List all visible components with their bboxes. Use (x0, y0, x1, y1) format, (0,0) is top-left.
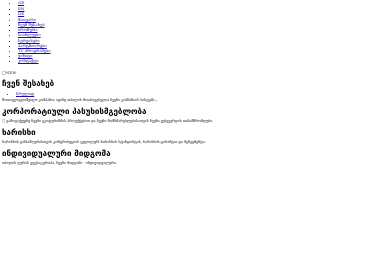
individual-text: თბილის ტურის ეფესაკუროპა, ჩვენი მიდგომა … (2, 161, 117, 166)
menu-item: კონტაქტი (18, 58, 380, 63)
about-title: ჩვენ შესახებ (2, 78, 55, 88)
about-more-link[interactable]: სრულად (16, 91, 34, 96)
about-text: შოთაუგოგლიშვილი კომპანია იყონე თბილის მო… (2, 97, 158, 102)
quality-title: ხარისხი (2, 128, 36, 138)
language-en-link[interactable]: EN (18, 6, 24, 11)
language-list: GE EN DE (2, 0, 380, 17)
corporate-text: გამოვაქვეყნე ჩვენი ეკოტურიზმის პროექტები… (6, 118, 214, 123)
language-ge-link[interactable]: GE (18, 0, 24, 5)
corporate-image: □ გამოვაქვეყნე ჩვენი ეკოტურიზმის პროექტე… (2, 119, 374, 124)
logo-image: □NEW (2, 70, 380, 76)
page: GE EN DE მთავარი ჩვენ შესახებ ბროშურა სი… (0, 0, 380, 260)
logo-alt-text: NEW (5, 69, 17, 75)
main-menu: მთავარი ჩვენ შესახებ ბროშურა სიახლეები ს… (2, 17, 380, 64)
individual-title: ინდივიდუალური მიდგომა (2, 149, 111, 159)
about-more-list: სრულად (2, 91, 380, 97)
broken-image-icon: □ (2, 118, 6, 123)
quality-text: ხარისხის განსაზღვრისთვის კონტრიბუციის ცვ… (2, 140, 206, 145)
language-de-link[interactable]: DE (18, 11, 24, 16)
menu-link-contact[interactable]: კონტაქტი (18, 58, 39, 63)
about-more-item: სრულად (16, 91, 380, 97)
corporate-title: კორპორატიული პასუხისმგებლობა (2, 106, 147, 116)
